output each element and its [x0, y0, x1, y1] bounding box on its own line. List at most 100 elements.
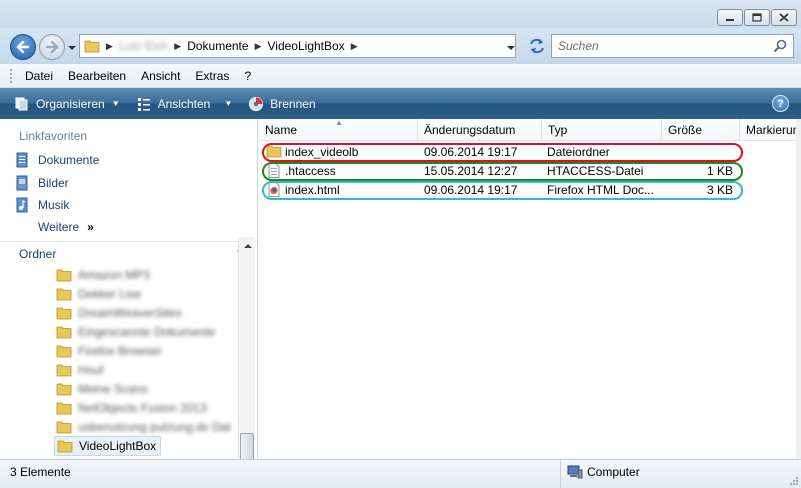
breadcrumb-separator: ▶ — [106, 40, 113, 51]
tree-item[interactable]: Firefox Browser — [56, 341, 162, 361]
double-chevron-right-icon: » — [87, 220, 94, 234]
views-button[interactable]: Ansichten ▼ — [136, 96, 233, 112]
minimize-button[interactable] — [717, 9, 743, 26]
column-header-size[interactable]: Größe — [662, 119, 740, 141]
refresh-button[interactable] — [524, 34, 550, 58]
breadcrumb-label: Lutz Eich — [118, 39, 169, 53]
tree-item[interactable]: DreamWeaverSites — [56, 303, 182, 323]
menu-bar: Datei Bearbeiten Ansicht Extras ? — [0, 64, 801, 88]
search-input[interactable] — [558, 39, 758, 53]
breadcrumb-separator[interactable]: ▶ — [255, 41, 262, 52]
breadcrumb-videolightbox[interactable]: VideoLightBox — [268, 35, 345, 57]
organize-label: Organisieren — [36, 96, 105, 111]
tree-item[interactable]: Houf — [56, 360, 103, 380]
more-label: Weitere — [38, 220, 80, 234]
arrow-left-icon — [16, 41, 30, 53]
tree-item-videolightbox[interactable]: VideoLightBox — [54, 436, 162, 456]
column-header-tags[interactable]: Markierungen — [740, 119, 801, 141]
tree-item[interactable]: Amazon MP3 — [56, 265, 150, 285]
close-button[interactable] — [771, 9, 797, 26]
tree-item[interactable]: Dekker Lise — [56, 284, 141, 304]
menu-help[interactable]: ? — [244, 69, 251, 83]
column-label: Markierungen — [746, 122, 801, 137]
title-bar — [0, 0, 801, 28]
column-label: Name — [265, 122, 298, 137]
views-label: Ansichten — [157, 96, 211, 111]
address-dropdown-icon[interactable] — [506, 44, 516, 52]
sort-ascending-icon: ▲ — [335, 118, 343, 127]
highlight-outline-green — [262, 162, 743, 181]
tree-item-label: Eingescannte Dokumente — [78, 325, 216, 339]
computer-icon — [567, 464, 583, 480]
folder-icon — [56, 325, 72, 339]
help-question-icon: ? — [777, 97, 784, 110]
column-label: Typ — [548, 122, 568, 137]
status-divider — [560, 460, 561, 488]
folders-title: Ordner — [19, 246, 57, 261]
organize-button[interactable]: Organisieren ▼ — [14, 96, 120, 112]
toolbar-grip[interactable] — [10, 68, 14, 83]
more-links-button[interactable]: Weitere » — [38, 220, 94, 234]
scroll-up-icon — [243, 243, 252, 248]
tree-item[interactable]: usbenutzung putzung.dv Dat — [56, 417, 231, 437]
nav-link-musik[interactable]: Musik — [14, 197, 69, 213]
tree-item[interactable]: Meine Scans — [56, 379, 147, 399]
folder-icon — [56, 306, 72, 320]
resize-grip-icon[interactable] — [787, 474, 799, 486]
menu-ansicht[interactable]: Ansicht — [141, 69, 180, 83]
tree-item[interactable]: NetObjects Fusion 2013 — [56, 398, 207, 418]
music-icon — [14, 197, 30, 213]
folder-icon — [84, 40, 100, 53]
breadcrumb-separator[interactable]: ▶ — [174, 41, 181, 52]
minimize-icon — [726, 18, 734, 21]
organize-icon — [14, 96, 30, 112]
status-location: Computer — [567, 464, 640, 480]
search-box — [551, 34, 794, 58]
status-bar: 3 Elemente Computer — [0, 459, 801, 488]
arrow-right-icon — [45, 41, 59, 53]
close-icon — [779, 13, 789, 22]
burn-button[interactable]: Brennen — [248, 96, 316, 112]
file-list-scrollbar[interactable] — [796, 119, 801, 459]
tree-item-label: Amazon MP3 — [78, 268, 151, 282]
breadcrumb-label: VideoLightBox — [267, 39, 345, 53]
breadcrumb-dokumente[interactable]: Dokumente — [187, 35, 248, 57]
menu-datei[interactable]: Datei — [25, 69, 53, 83]
tree-item-label: Firefox Browser — [78, 344, 163, 358]
file-list: ▲ Name Änderungsdatum Typ Größe Markieru… — [259, 118, 801, 459]
burn-disc-icon — [248, 96, 264, 112]
recent-pages-dropdown-icon[interactable] — [67, 44, 77, 52]
column-header-date[interactable]: Änderungsdatum — [418, 119, 542, 141]
column-header-name[interactable]: ▲ Name — [259, 118, 418, 141]
nav-link-bilder[interactable]: Bilder — [14, 175, 69, 191]
breadcrumb-separator[interactable]: ▶ — [351, 41, 358, 52]
burn-label: Brennen — [270, 96, 316, 111]
menu-extras[interactable]: Extras — [195, 69, 229, 83]
column-header-type[interactable]: Typ — [542, 119, 662, 141]
back-button[interactable] — [10, 34, 36, 60]
tree-item-label: DreamWeaverSites — [78, 306, 182, 320]
tree-item[interactable]: Eingescannte Dokumente — [56, 322, 215, 342]
search-icon[interactable] — [773, 39, 787, 53]
tree-scrollbar[interactable] — [238, 237, 256, 473]
scroll-up-button[interactable] — [239, 237, 256, 254]
help-button[interactable]: ? — [772, 95, 789, 112]
maximize-button[interactable] — [744, 9, 770, 26]
dropdown-arrow-icon: ▼ — [224, 99, 233, 108]
menu-bearbeiten[interactable]: Bearbeiten — [68, 69, 126, 83]
folders-header[interactable]: Ordner — [0, 241, 257, 265]
dropdown-arrow-icon: ▼ — [111, 99, 120, 108]
forward-button[interactable] — [39, 34, 65, 60]
nav-link-dokumente[interactable]: Dokumente — [14, 152, 99, 168]
breadcrumb-user[interactable]: Lutz Eich — [119, 35, 168, 57]
location-label: Computer — [587, 465, 640, 479]
folder-icon — [56, 268, 72, 282]
tree-item-label: VideoLightBox — [79, 439, 157, 453]
breadcrumb-label: Dokumente — [187, 39, 249, 53]
folder-icon — [56, 401, 72, 415]
favorites-title: Linkfavoriten — [19, 129, 88, 143]
maximize-icon — [752, 13, 762, 22]
refresh-icon — [530, 38, 544, 54]
tree-item-label: usbenutzung putzung.dv Dat — [78, 420, 231, 434]
address-bar[interactable]: ▶ Lutz Eich ▶ Dokumente ▶ VideoLightBox … — [79, 34, 516, 58]
